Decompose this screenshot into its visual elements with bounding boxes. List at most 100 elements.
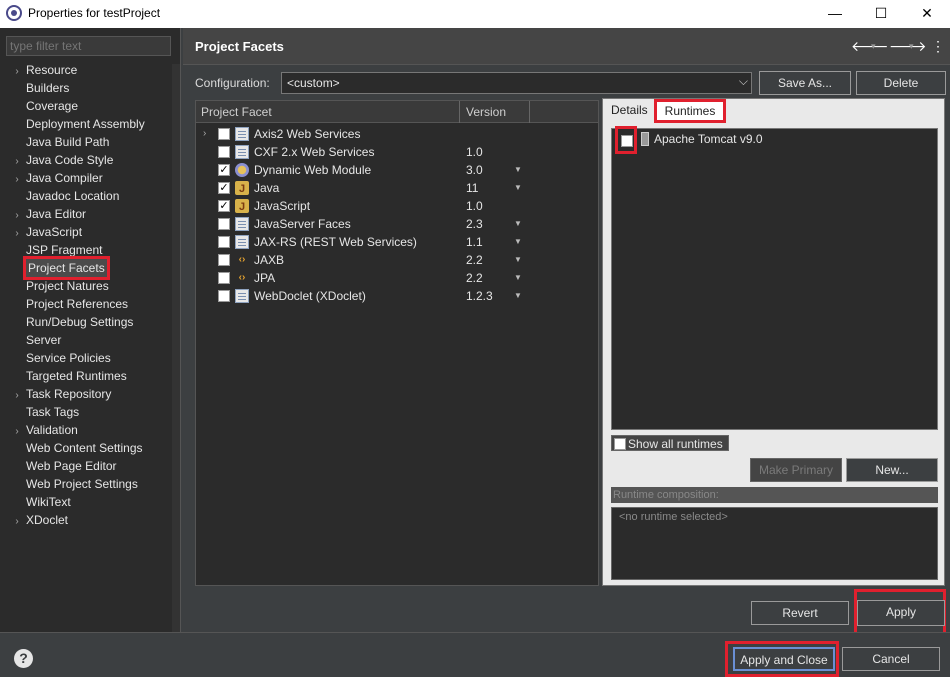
sidebar-item-wikitext[interactable]: WikiText [8,493,71,511]
forward-menu-chevron-icon[interactable]: ▾ [909,41,914,52]
new-runtime-button[interactable]: New... [846,458,938,482]
table-row[interactable]: ✓ JavaScript 1.0 [196,197,598,216]
show-all-runtimes-checkbox[interactable] [614,438,626,450]
version-dropdown-icon[interactable]: ▼ [514,215,522,233]
apply-and-close-button[interactable]: Apply and Close [733,647,835,671]
sidebar-item-server[interactable]: Server [8,331,61,349]
sidebar-item-coverage[interactable]: Coverage [8,97,78,115]
sidebar-item-web-page-editor[interactable]: Web Page Editor [8,457,117,475]
make-primary-button[interactable]: Make Primary [750,458,842,482]
column-header-version[interactable]: Version [466,105,506,119]
sidebar-item-web-content-settings[interactable]: Web Content Settings [8,439,143,457]
sidebar-item-project-references[interactable]: Project References [8,295,128,313]
delete-button[interactable]: Delete [856,71,946,95]
sidebar-item-java-build-path[interactable]: Java Build Path [8,133,109,151]
sidebar-item-label: WikiText [26,495,71,509]
sidebar-item-builders[interactable]: Builders [8,79,69,97]
tab-runtimes[interactable]: Runtimes [654,99,726,123]
table-row[interactable]: CXF 2.x Web Services 1.0 [196,143,598,161]
column-header-facet[interactable]: Project Facet [201,105,272,119]
tab-details[interactable]: Details [611,103,648,117]
facet-version[interactable]: 2.2 [466,269,483,287]
facet-checkbox[interactable] [218,272,230,284]
forward-arrow-icon[interactable]: 🡒 [889,38,927,55]
facet-checkbox[interactable] [218,236,230,248]
maximize-button[interactable]: ☐ [858,0,904,28]
sidebar-item-java-compiler[interactable]: › Java Compiler [8,169,102,187]
facet-version[interactable]: 11 [466,179,478,197]
cancel-button[interactable]: Cancel [842,647,940,671]
back-arrow-icon[interactable]: 🡐 [851,38,889,55]
sidebar-item-label: Deployment Assembly [26,117,145,131]
version-dropdown-icon[interactable]: ▼ [514,179,522,197]
version-dropdown-icon[interactable]: ▼ [514,269,522,287]
version-dropdown-icon[interactable]: ▼ [514,161,522,179]
sidebar-item-project-facets[interactable]: Project Facets [8,256,110,280]
sidebar-item-javascript[interactable]: › JavaScript [8,223,82,241]
table-row[interactable]: WebDoclet (XDoclet) 1.2.3 ▼ [196,287,598,305]
close-button[interactable]: ✕ [904,0,950,28]
sidebar-item-task-tags[interactable]: Task Tags [8,403,79,421]
table-row[interactable]: ‹› JAXB 2.2 ▼ [196,251,598,269]
sidebar-item-project-natures[interactable]: Project Natures [8,277,109,295]
facet-checkbox[interactable] [218,290,230,302]
facet-checkbox[interactable]: ✓ [218,164,230,176]
version-dropdown-icon[interactable]: ▼ [514,251,522,269]
sidebar-item-service-policies[interactable]: Service Policies [8,349,111,367]
document-icon [235,289,249,303]
sidebar-item-java-code-style[interactable]: › Java Code Style [8,151,113,169]
configuration-select[interactable]: <custom> ⌵ [281,72,752,94]
column-divider[interactable] [529,101,530,123]
sidebar-item-deployment-assembly[interactable]: Deployment Assembly [8,115,145,133]
revert-button[interactable]: Revert [751,601,849,625]
table-row[interactable]: JavaServer Faces 2.3 ▼ [196,215,598,233]
facet-version[interactable]: 2.3 [466,215,483,233]
table-row[interactable]: ✓ Java 11 ▼ [196,179,598,198]
facet-version[interactable]: 2.2 [466,251,483,269]
apply-button[interactable]: Apply [857,600,945,626]
sidebar-item-run-debug-settings[interactable]: Run/Debug Settings [8,313,133,331]
table-row[interactable]: JAX-RS (REST Web Services) 1.1 ▼ [196,233,598,251]
sidebar-item-targeted-runtimes[interactable]: Targeted Runtimes [8,367,127,385]
table-row[interactable]: ‹› JPA 2.2 ▼ [196,269,598,287]
version-dropdown-icon[interactable]: ▼ [514,233,522,251]
table-row[interactable]: › Axis2 Web Services [196,125,598,143]
version-dropdown-icon[interactable]: ▼ [514,287,522,305]
show-all-runtimes-label[interactable]: Show all runtimes [628,437,723,451]
help-icon[interactable]: ? [14,649,33,668]
chevron-right-icon[interactable]: › [203,125,206,143]
table-row[interactable]: ✓ Dynamic Web Module 3.0 ▼ [196,161,598,179]
facet-version[interactable]: 1.0 [466,143,483,161]
sidebar-item-task-repository[interactable]: › Task Repository [8,385,111,403]
facet-version[interactable]: 1.0 [466,197,483,215]
facet-version[interactable]: 1.2.3 [466,287,493,305]
sidebar-item-jsp-fragment[interactable]: JSP Fragment [8,241,102,259]
tree-scrollbar[interactable] [172,64,180,632]
sidebar-item-label: Task Repository [26,387,112,401]
sidebar-item-validation[interactable]: › Validation [8,421,78,439]
facet-checkbox[interactable] [218,218,230,230]
runtime-checkbox[interactable] [621,135,633,147]
view-menu-icon[interactable]: ⋮ [931,38,945,55]
page-header: Project Facets 🡐 ▾ 🡒 ▾ ⋮ [183,28,950,65]
save-as-button[interactable]: Save As... [759,71,851,95]
facet-name: JavaScript [254,199,311,213]
sidebar-item-resource[interactable]: › Resource [8,61,77,79]
filter-input[interactable] [6,36,171,56]
sidebar-item-web-project-settings[interactable]: Web Project Settings [8,475,138,493]
facet-version[interactable]: 3.0 [466,161,483,179]
facet-version[interactable]: 1.1 [466,233,483,251]
facet-checkbox[interactable]: ✓ [218,182,230,194]
sidebar-item-xdoclet[interactable]: › XDoclet [8,511,68,529]
facet-checkbox[interactable] [218,128,230,140]
sidebar-item-java-editor[interactable]: › Java Editor [8,205,86,223]
minimize-button[interactable]: — [812,0,858,28]
back-menu-chevron-icon[interactable]: ▾ [871,41,876,52]
chevron-right-icon[interactable]: › [8,513,26,531]
runtime-name[interactable]: Apache Tomcat v9.0 [654,132,763,146]
sidebar-item-javadoc-location[interactable]: Javadoc Location [8,187,119,205]
facet-checkbox[interactable] [218,254,230,266]
facet-checkbox[interactable]: ✓ [218,200,230,212]
column-divider[interactable] [459,101,460,123]
facet-checkbox[interactable] [218,146,230,158]
